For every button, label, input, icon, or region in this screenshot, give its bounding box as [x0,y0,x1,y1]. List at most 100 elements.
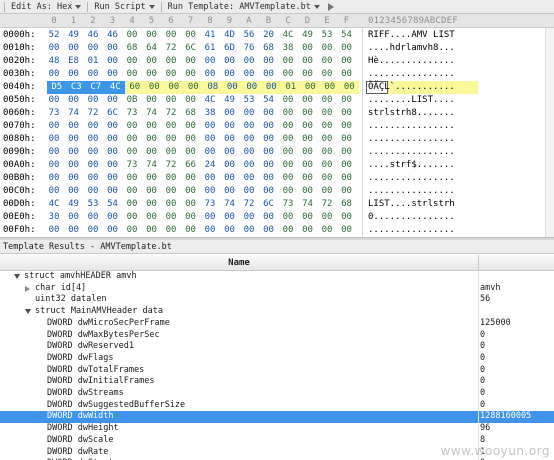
hex-byte[interactable]: 00 [67,68,81,81]
template-row[interactable]: DWORD dwWidth 1288160005 [0,411,554,424]
hex-row[interactable]: 00C0h: 00 00 00 00 00 00 00 00 00 00 00 00 00 00 00 00..… [0,185,554,198]
hex-byte[interactable]: 00 [106,185,120,198]
hex-byte[interactable]: 00 [164,224,178,237]
hex-byte[interactable]: 72 [86,107,100,120]
play-icon[interactable] [327,2,334,11]
hex-byte[interactable]: 00 [320,94,334,107]
hex-byte[interactable]: 53 [320,29,334,42]
hex-byte[interactable]: 00 [340,42,354,55]
hex-byte[interactable]: 00 [281,146,295,159]
expand-arrow-icon[interactable] [25,309,31,315]
hex-byte[interactable]: 00 [262,133,276,146]
hex-byte[interactable]: 4C [47,198,61,211]
hex-byte[interactable]: 00 [86,133,100,146]
hex-byte[interactable]: 00 [125,120,139,133]
hex-byte[interactable]: 38 [281,42,295,55]
hex-byte[interactable]: 4C [105,81,125,94]
template-field-value[interactable]: 0 [480,388,485,400]
hex-byte[interactable]: 00 [339,81,359,94]
hex-byte[interactable]: 00 [125,146,139,159]
template-row[interactable]: uint32 datalen 56 [0,294,554,306]
hex-byte[interactable]: 64 [145,42,159,55]
hex-row[interactable]: 0020h: 48 E8 01 00 00 00 00 00 00 00 00 00 00 00 00 00 Hè… [0,55,554,68]
hex-byte[interactable]: 00 [223,146,237,159]
template-row[interactable]: char id[4] amvh [0,283,554,295]
hex-byte[interactable]: 54 [340,29,354,42]
hex-byte[interactable]: 00 [242,211,256,224]
hex-byte[interactable]: 00 [106,224,120,237]
hex-byte[interactable]: 00 [183,81,203,94]
hex-row[interactable]: 0090h: 00 00 00 00 00 00 00 00 00 00 00 00 00 00 00 00..… [0,146,554,159]
hex-byte[interactable]: 00 [301,133,315,146]
template-field-value[interactable]: 96 [480,423,490,435]
hex-byte[interactable]: 00 [320,211,334,224]
expand-arrow-icon[interactable] [14,274,20,279]
hex-byte[interactable]: 49 [67,198,81,211]
hex-row[interactable]: 0000h: 52 49 46 46 00 00 00 00 41 4D 56 20 4C 49 53 54 RI… [0,29,554,42]
hex-byte[interactable]: 00 [203,172,217,185]
hex-byte[interactable]: 00 [340,224,354,237]
name-column-header[interactable]: Name [0,258,478,268]
hex-byte[interactable]: 00 [67,120,81,133]
hex-byte[interactable]: 00 [340,68,354,81]
hex-byte[interactable]: 6C [262,198,276,211]
hex-byte[interactable]: D5 [47,81,67,94]
template-field-value[interactable]: 0 [480,400,485,412]
template-row[interactable]: DWORD dwSuggestedBufferSize 0 [0,400,554,412]
hex-byte[interactable]: 68 [184,107,198,120]
hex-byte[interactable]: 00 [67,94,81,107]
hex-byte[interactable]: 00 [67,211,81,224]
hex-byte[interactable]: 00 [242,172,256,185]
ascii-text[interactable]: ................ [368,146,455,159]
hex-byte[interactable]: 00 [320,68,334,81]
hex-byte[interactable]: 00 [145,94,159,107]
hex-row[interactable]: 0050h: 00 00 00 00 0B 00 00 00 4C 49 53 54 00 00 00 00..… [0,94,554,107]
hex-byte[interactable]: 00 [125,211,139,224]
hex-byte[interactable]: 73 [125,159,139,172]
hex-byte[interactable]: 00 [145,133,159,146]
hex-byte[interactable]: 00 [281,55,295,68]
hex-byte[interactable]: 00 [340,185,354,198]
hex-byte[interactable]: 68 [340,198,354,211]
template-field-value[interactable]: amvh [480,283,500,295]
hex-byte[interactable]: 49 [301,29,315,42]
hex-byte[interactable]: 00 [86,185,100,198]
hex-byte[interactable]: 00 [262,159,276,172]
hex-byte[interactable]: 00 [281,185,295,198]
hex-byte[interactable]: 08 [203,81,223,94]
hex-row[interactable]: 0060h: 73 74 72 6C 73 74 72 68 38 00 00 00 00 00 00 00 st… [0,107,554,120]
hex-byte[interactable]: 00 [320,55,334,68]
hex-byte[interactable]: 00 [223,68,237,81]
hex-byte[interactable]: 01 [281,81,301,94]
hex-byte[interactable]: 00 [164,94,178,107]
hex-byte[interactable]: 00 [47,120,61,133]
hex-byte[interactable]: 00 [164,185,178,198]
hex-byte[interactable]: 00 [340,94,354,107]
hex-byte[interactable]: 00 [184,94,198,107]
collapse-arrow-icon[interactable] [25,285,30,292]
hex-byte[interactable]: E8 [67,55,81,68]
template-results-tree[interactable]: struct amvhHEADER amvh char id[4] amvh uint… [0,271,554,460]
hex-byte[interactable]: 00 [242,107,256,120]
template-field-value[interactable]: 125000 [480,318,511,330]
hex-byte[interactable]: 00 [106,68,120,81]
hex-byte[interactable]: 61 [203,42,217,55]
hex-byte[interactable]: 00 [301,211,315,224]
hex-byte[interactable]: 74 [145,159,159,172]
ascii-text[interactable]: ................ [368,68,455,81]
hex-byte[interactable]: 46 [86,29,100,42]
hex-byte[interactable]: 00 [184,185,198,198]
hex-byte[interactable]: 00 [47,172,61,185]
hex-byte[interactable]: 00 [86,94,100,107]
hex-byte[interactable]: 73 [125,107,139,120]
hex-byte[interactable]: 00 [86,146,100,159]
hex-byte[interactable]: 00 [261,81,281,94]
ascii-text[interactable]: ....strf$....... [368,159,455,172]
hex-row[interactable]: 00A0h: 00 00 00 00 73 74 72 66 24 00 00 00 00 00 00 00..… [0,159,554,172]
hex-byte[interactable]: 00 [106,55,120,68]
hex-byte[interactable]: 68 [125,42,139,55]
hex-row[interactable]: 0080h: 00 00 00 00 00 00 00 00 00 00 00 00 00 00 00 00..… [0,133,554,146]
hex-byte[interactable]: 00 [242,81,262,94]
hex-byte[interactable]: 76 [242,42,256,55]
hex-byte[interactable]: 72 [164,107,178,120]
